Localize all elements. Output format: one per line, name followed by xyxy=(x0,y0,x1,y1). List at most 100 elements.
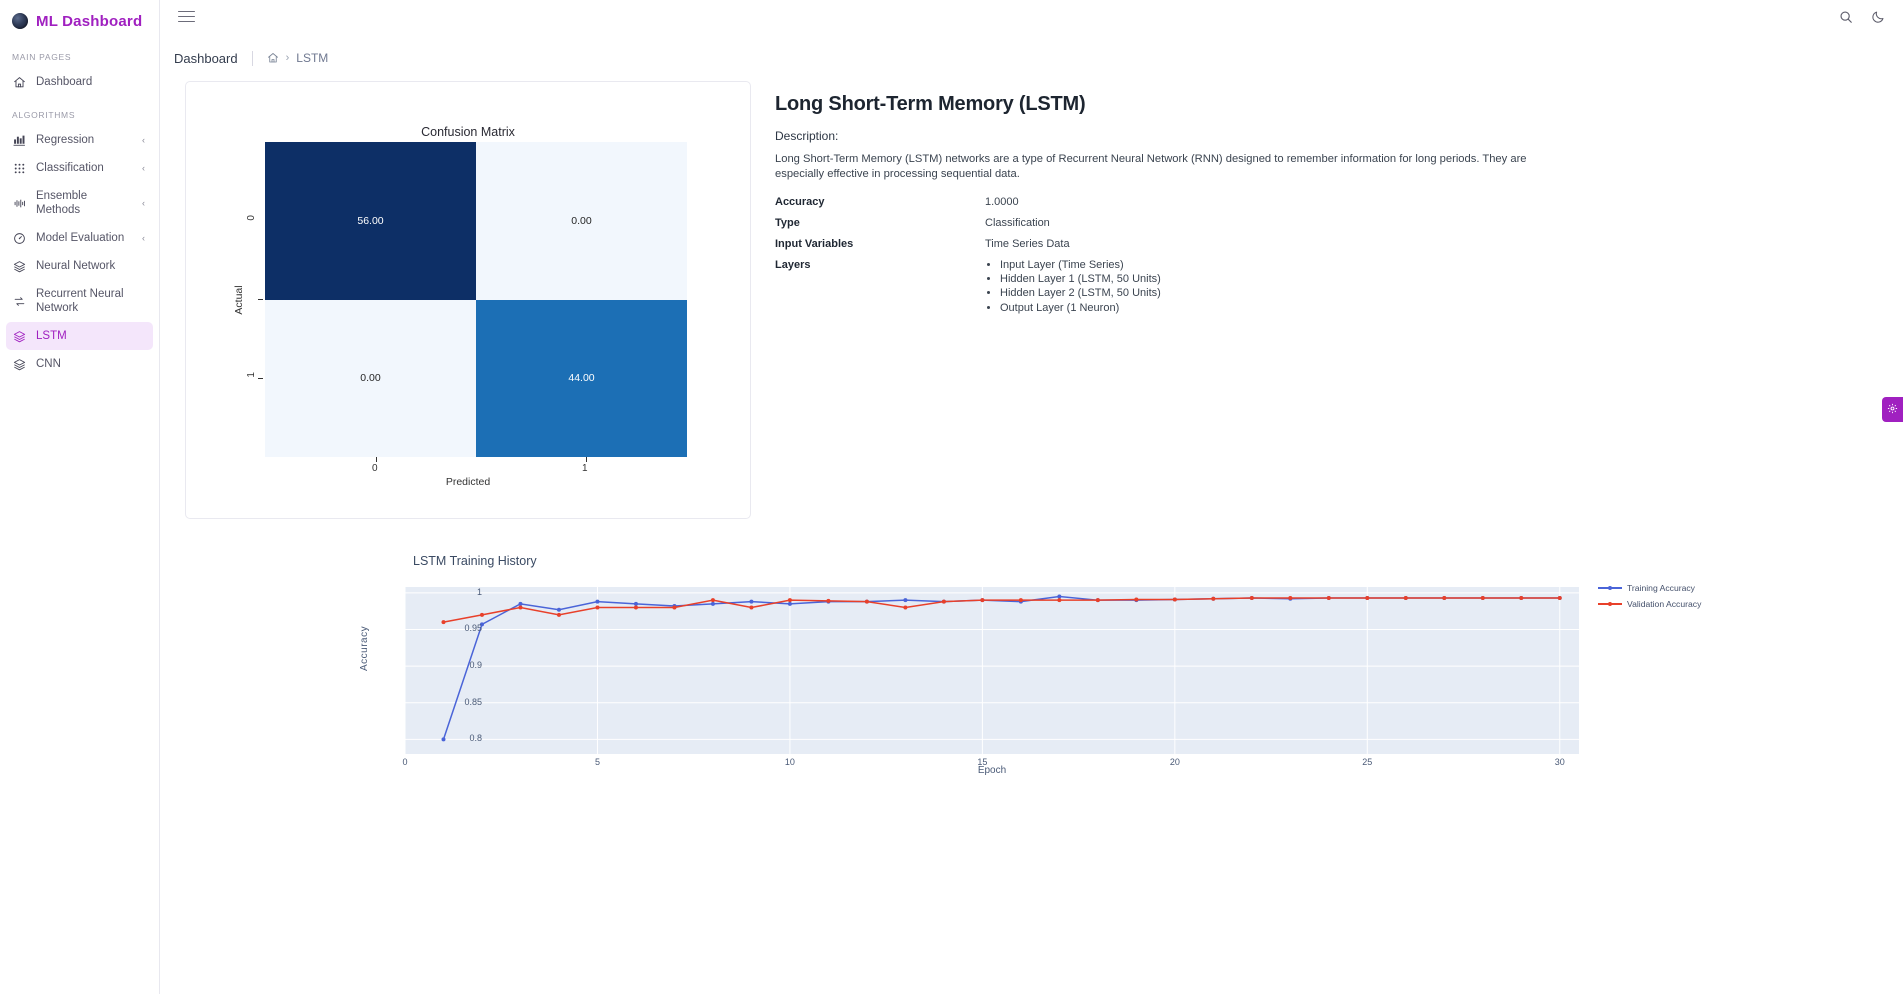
sidebar-item-cnn[interactable]: CNN xyxy=(6,350,153,378)
sidebar-item-label: Recurrent Neural Network xyxy=(36,288,124,314)
history-x-tick: 30 xyxy=(1554,757,1565,767)
waveform-icon xyxy=(12,197,27,210)
sidebar: ML Dashboard MAIN PAGES Dashboard ALGORI… xyxy=(0,0,160,994)
attribute-key: Type xyxy=(775,217,800,229)
matrix-cell-0-1: 0.00 xyxy=(476,142,687,300)
sidebar-item-recurrent-neural-network[interactable]: Recurrent Neural Network xyxy=(6,280,153,322)
loop-arrows-icon xyxy=(12,295,27,308)
matrix-x-tick-0: 0 xyxy=(372,463,378,474)
main-content: Dashboard › LSTM Confusion Matrix 56.00 … xyxy=(160,0,1903,994)
breadcrumb-separator: › xyxy=(285,52,290,64)
sidebar-item-ensemble-methods[interactable]: Ensemble Methods ‹ xyxy=(6,182,153,224)
chevron-left-icon[interactable]: ‹ xyxy=(142,231,145,245)
breadcrumb: Dashboard › LSTM xyxy=(160,33,1903,69)
globe-icon xyxy=(12,13,28,29)
attribute-key: Accuracy xyxy=(775,196,825,208)
sidebar-item-neural-network[interactable]: Neural Network xyxy=(6,252,153,280)
model-info-panel: Long Short-Term Memory (LSTM) Descriptio… xyxy=(775,81,1565,325)
history-x-tick: 25 xyxy=(1362,757,1373,767)
training-history-svg xyxy=(404,587,1579,754)
training-history-title: LSTM Training History xyxy=(413,554,537,568)
list-item: Input Layer (Time Series) xyxy=(1000,259,1161,273)
gauge-icon xyxy=(12,232,27,245)
settings-float-button[interactable] xyxy=(1882,397,1903,422)
app-root: ML Dashboard MAIN PAGES Dashboard ALGORI… xyxy=(0,0,1903,994)
history-y-tick: 0.9 xyxy=(469,660,482,671)
sidebar-section-main-pages: MAIN PAGES xyxy=(12,52,72,62)
sidebar-item-model-evaluation[interactable]: Model Evaluation ‹ xyxy=(6,224,153,252)
history-y-tick: 0.95 xyxy=(464,623,482,634)
sidebar-item-label: Regression xyxy=(36,134,95,146)
matrix-x-tick-1: 1 xyxy=(582,463,588,474)
brand-name: ML Dashboard xyxy=(36,12,143,30)
bar-chart-icon xyxy=(12,134,27,147)
sidebar-section-algorithms: ALGORITHMS xyxy=(12,110,76,120)
sidebar-item-label: Classification xyxy=(36,162,104,174)
legend-label: Training Accuracy xyxy=(1627,583,1695,593)
attribute-row-layers: Layers Input Layer (Time Series) Hidden … xyxy=(775,259,1565,316)
sidebar-item-label: Dashboard xyxy=(36,76,93,88)
sidebar-item-classification[interactable]: Classification ‹ xyxy=(6,154,153,182)
gear-icon xyxy=(1887,401,1898,419)
list-item: Hidden Layer 1 (LSTM, 50 Units) xyxy=(1000,273,1161,287)
matrix-x-tickmark-1 xyxy=(586,457,587,462)
confusion-matrix-plot: 56.00 0.00 0.00 44.00 xyxy=(265,142,687,457)
attribute-value: 1.0000 xyxy=(985,196,1019,208)
list-item: Hidden Layer 2 (LSTM, 50 Units) xyxy=(1000,287,1161,301)
matrix-cell-1-0: 0.00 xyxy=(265,299,476,457)
attribute-key: Layers xyxy=(775,259,811,271)
top-row: Confusion Matrix 56.00 0.00 0.00 44.00 0… xyxy=(160,81,1903,519)
layers-list: Input Layer (Time Series) Hidden Layer 1… xyxy=(985,259,1161,316)
home-icon xyxy=(12,76,27,89)
matrix-y-tick-0: 0 xyxy=(246,215,257,221)
history-y-tick: 0.85 xyxy=(464,696,482,707)
topbar-actions xyxy=(1839,10,1885,24)
sidebar-item-label: CNN xyxy=(36,358,61,370)
model-attributes: Accuracy 1.0000 Type Classification Inpu… xyxy=(775,196,1565,316)
home-icon[interactable] xyxy=(253,52,286,64)
sidebar-item-dashboard[interactable]: Dashboard xyxy=(6,68,153,96)
chevron-left-icon[interactable]: ‹ xyxy=(142,196,145,210)
grid-dots-icon xyxy=(12,162,27,175)
attribute-value: Classification xyxy=(985,217,1050,229)
history-x-tick: 15 xyxy=(977,757,988,767)
page-title: Long Short-Term Memory (LSTM) xyxy=(775,93,1086,115)
matrix-y-axis-label: Actual xyxy=(233,285,245,315)
chevron-left-icon[interactable]: ‹ xyxy=(142,161,145,175)
matrix-cell-0-0: 56.00 xyxy=(265,142,476,300)
legend-item-validation-accuracy[interactable]: Validation Accuracy xyxy=(1598,599,1701,609)
attribute-row-type: Type Classification xyxy=(775,217,1565,229)
training-history-plot-area xyxy=(404,587,1579,754)
search-icon[interactable] xyxy=(1839,10,1853,24)
chevron-left-icon[interactable]: ‹ xyxy=(142,133,145,147)
matrix-y-tickmark-1 xyxy=(258,378,263,379)
hamburger-icon[interactable] xyxy=(178,8,195,26)
history-x-tick: 0 xyxy=(402,757,408,767)
attribute-value: Time Series Data xyxy=(985,238,1070,250)
legend-item-training-accuracy[interactable]: Training Accuracy xyxy=(1598,583,1701,593)
sidebar-item-label: LSTM xyxy=(36,330,67,342)
brand[interactable]: ML Dashboard xyxy=(0,4,159,38)
layers-icon xyxy=(12,330,27,343)
history-x-tick: 10 xyxy=(784,757,795,767)
matrix-x-tickmark-0 xyxy=(376,457,377,462)
history-x-tick: 5 xyxy=(594,757,600,767)
sidebar-item-label: Model Evaluation xyxy=(36,232,125,244)
history-y-tick: 0.8 xyxy=(469,733,482,744)
legend-label: Validation Accuracy xyxy=(1627,599,1702,609)
sidebar-item-lstm[interactable]: LSTM xyxy=(6,322,153,350)
matrix-y-tick-1: 1 xyxy=(246,372,257,378)
sidebar-item-regression[interactable]: Regression ‹ xyxy=(6,126,153,154)
layers-icon xyxy=(12,358,27,371)
moon-icon[interactable] xyxy=(1871,10,1885,24)
confusion-matrix-card: Confusion Matrix 56.00 0.00 0.00 44.00 0… xyxy=(185,81,751,519)
training-history-chart: LSTM Training History Accuracy Epoch 0.8… xyxy=(160,543,1903,823)
history-x-tick: 20 xyxy=(1169,757,1180,767)
page-content: Confusion Matrix 56.00 0.00 0.00 44.00 0… xyxy=(160,69,1903,823)
breadcrumb-root[interactable]: Dashboard xyxy=(174,51,252,66)
breadcrumb-current: LSTM xyxy=(296,51,329,65)
list-item: Output Layer (1 Neuron) xyxy=(1000,302,1161,316)
topbar xyxy=(160,0,1903,33)
matrix-cell-1-1: 44.00 xyxy=(476,299,687,457)
description-label: Description: xyxy=(775,129,839,143)
